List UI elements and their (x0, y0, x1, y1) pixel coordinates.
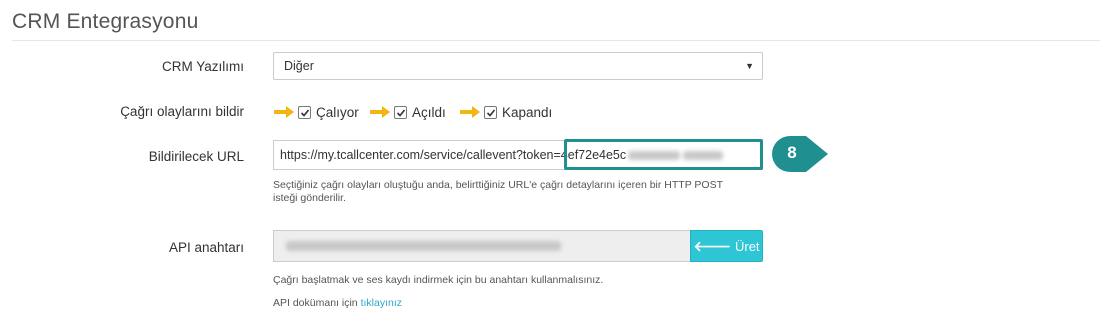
checkmark-icon (486, 108, 496, 117)
redacted-api-key (286, 240, 561, 251)
ringing-checkbox[interactable] (298, 105, 311, 119)
caret-down-icon: ▼ (745, 61, 754, 71)
event-closed-option[interactable]: Kapandı (459, 102, 552, 122)
crm-software-selected-value: Diğer (284, 59, 314, 73)
notify-url-help: Seçtiğiniz çağrı olayları oluştuğu anda,… (273, 179, 723, 204)
api-doc-link[interactable]: tıklayınız (361, 297, 402, 309)
generate-key-button[interactable]: 🡐 Üret (690, 230, 763, 262)
checkmark-icon (396, 108, 406, 117)
event-ringing-option[interactable]: Çalıyor (273, 102, 359, 122)
ringing-label: Çalıyor (316, 104, 359, 120)
closed-label: Kapandı (502, 104, 553, 120)
event-answered-option[interactable]: Açıldı (369, 102, 446, 122)
api-doc-line: API dokümanı için tıklayınız (273, 297, 402, 309)
section-divider (12, 40, 1100, 41)
arrow-left-icon: 🡐 (693, 237, 731, 254)
section-title: CRM Entegrasyonu (12, 10, 199, 33)
pointer-arrow-icon (460, 106, 480, 118)
token-highlight-box (564, 139, 763, 170)
answered-checkbox[interactable] (394, 105, 407, 119)
pointer-arrow-icon (274, 106, 294, 118)
step-number: 8 (787, 143, 797, 162)
answered-label: Açıldı (412, 104, 446, 120)
generate-key-label: Üret (734, 238, 760, 254)
call-events-label: Çağrı olaylarını bildir (120, 104, 244, 119)
api-key-input[interactable] (273, 230, 691, 262)
api-key-label: API anahtarı (168, 240, 244, 255)
api-doc-prefix: API dokümanı için (273, 297, 358, 309)
crm-software-label: CRM Yazılımı (161, 59, 244, 74)
api-key-help: Çağrı başlatmak ve ses kaydı indirmek iç… (273, 274, 604, 286)
checkmark-icon (300, 108, 310, 117)
notify-url-label: Bildirilecek URL (148, 149, 244, 164)
closed-checkbox[interactable] (484, 105, 497, 119)
crm-software-select[interactable]: Diğer ▼ (273, 52, 763, 80)
pointer-arrow-icon (370, 106, 390, 118)
